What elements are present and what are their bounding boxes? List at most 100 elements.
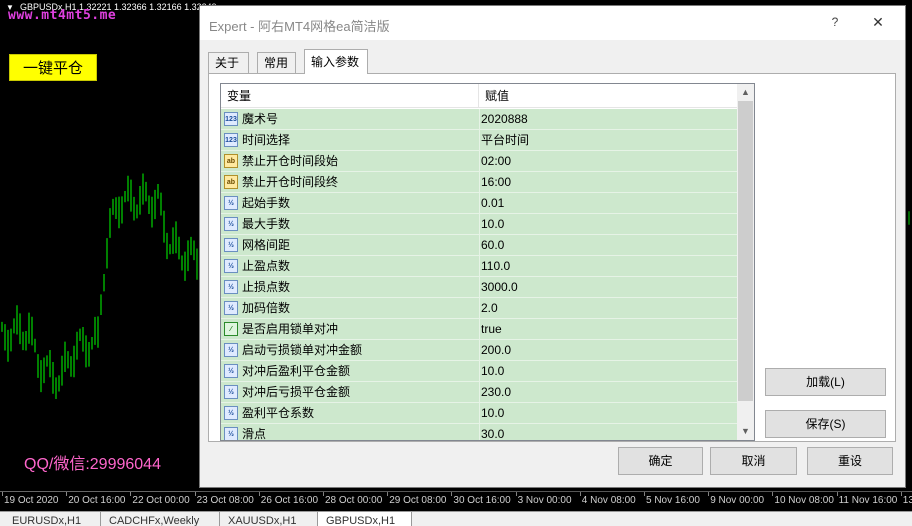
variable-value[interactable]: 平台时间 (481, 130, 529, 151)
time-tick (387, 492, 389, 496)
time-axis: 19 Oct 2020 20 Oct 16:00 22 Oct 00:00 23 Oc… (0, 491, 912, 511)
column-divider (479, 298, 480, 319)
double-type-icon: ½ (224, 196, 238, 210)
table-row[interactable]: ½ 对冲后盈利平仓金额 10.0 (221, 361, 737, 382)
time-tick (66, 492, 68, 496)
time-tick (2, 492, 3, 496)
chart-tab-3[interactable]: GBPUSDx,H1 (318, 512, 412, 526)
string-type-icon: ab (224, 154, 238, 168)
column-divider (479, 172, 480, 193)
ok-button[interactable]: 确定 (618, 447, 703, 475)
vertical-scrollbar[interactable]: ▲ ▼ (737, 84, 754, 440)
table-row[interactable]: ½ 对冲后亏损平仓金额 230.0 (221, 382, 737, 403)
column-divider (479, 403, 480, 424)
time-label: 29 Oct 08:00 (389, 495, 447, 506)
variable-value[interactable]: 60.0 (481, 235, 504, 256)
variable-value[interactable]: 02:00 (481, 151, 511, 172)
variable-name: 时间选择 (242, 133, 291, 147)
variable-value[interactable]: 2020888 (481, 109, 528, 130)
variable-value[interactable]: true (481, 319, 502, 340)
variable-name: 对冲后亏损平仓金额 (242, 385, 351, 399)
column-divider (479, 277, 480, 298)
variable-value[interactable]: 30.0 (481, 424, 504, 440)
variable-value[interactable]: 16:00 (481, 172, 511, 193)
tab-2[interactable]: 输入参数 (304, 49, 368, 74)
variable-name: 最大手数 (242, 217, 291, 231)
variable-value[interactable]: 200.0 (481, 340, 511, 361)
variable-value[interactable]: 0.01 (481, 193, 504, 214)
variable-name: 加码倍数 (242, 301, 291, 315)
table-row[interactable]: ½ 启动亏损锁单对冲金额 200.0 (221, 340, 737, 361)
variable-value[interactable]: 10.0 (481, 403, 504, 424)
table-row[interactable]: 123 时间选择 平台时间 (221, 130, 737, 151)
help-icon[interactable]: ? (827, 15, 843, 31)
time-label: 26 Oct 16:00 (260, 495, 319, 506)
double-type-icon: ½ (224, 259, 238, 273)
column-divider (479, 319, 480, 340)
column-divider (479, 424, 480, 440)
chart-tab-bar: EURUSDx,H1 CADCHFx,Weekly XAUUSDx,H1 GBPUSD… (0, 511, 912, 526)
column-header-value[interactable]: 赋值 (479, 84, 737, 108)
time-label: 28 Oct 00:00 (325, 495, 383, 506)
variable-value[interactable]: 2.0 (481, 298, 498, 319)
variable-name: 止盈点数 (242, 259, 291, 273)
variable-value[interactable]: 10.0 (481, 214, 504, 235)
time-label: 10 Nov 08:00 (774, 495, 834, 506)
tab-1[interactable]: 常用 (257, 52, 296, 73)
column-header-variable[interactable]: 变量 (221, 84, 479, 108)
table-row[interactable]: ½ 网格间距 60.0 (221, 235, 737, 256)
time-tick (772, 492, 774, 496)
variable-name: 魔术号 (242, 112, 279, 126)
close-all-button[interactable]: 一键平仓 (9, 54, 97, 81)
reset-button[interactable]: 重设 (807, 447, 893, 475)
table-row[interactable]: ½ 滑点 30.0 (221, 424, 737, 440)
inputs-grid: 变量 赋值 123 魔术号 2020888 123 时间选择 平台时间 ab 禁止开仓时间段始… (220, 83, 755, 441)
variable-value[interactable]: 10.0 (481, 361, 504, 382)
variable-name: 起始手数 (242, 196, 291, 210)
table-row[interactable]: 123 魔术号 2020888 (221, 109, 737, 130)
table-row[interactable]: ½ 止盈点数 110.0 (221, 256, 737, 277)
variable-value[interactable]: 3000.0 (481, 277, 518, 298)
time-tick (644, 492, 645, 496)
time-tick (323, 492, 324, 496)
chart-tab-0[interactable]: EURUSDx,H1 (4, 512, 101, 526)
double-type-icon: ½ (224, 301, 238, 315)
time-label: 5 Nov 16:00 (646, 495, 700, 506)
table-row[interactable]: ½ 加码倍数 2.0 (221, 298, 737, 319)
variable-name: 是否启用锁单对冲 (242, 322, 339, 336)
time-label: 30 Oct 16:00 (453, 495, 511, 506)
variable-value[interactable]: 230.0 (481, 382, 511, 403)
time-tick (451, 492, 453, 496)
scroll-thumb[interactable] (738, 101, 753, 401)
table-row[interactable]: ½ 止损点数 3000.0 (221, 277, 737, 298)
table-row[interactable]: ½ 起始手数 0.01 (221, 193, 737, 214)
tab-0[interactable]: 关于 (208, 52, 249, 73)
dialog-titlebar[interactable]: Expert - 阿右MT4网格ea简洁版 ? ✕ (200, 6, 905, 40)
contact-text: QQ/微信:29996044 (24, 456, 161, 473)
column-divider (479, 214, 480, 235)
scroll-down-icon[interactable]: ▼ (737, 423, 754, 440)
table-row[interactable]: ab 禁止开仓时间段始 02:00 (221, 151, 737, 172)
double-type-icon: ½ (224, 280, 238, 294)
double-type-icon: ½ (224, 427, 238, 440)
chart-tab-2[interactable]: XAUUSDx,H1 (220, 512, 318, 526)
table-row[interactable]: ab 禁止开仓时间段终 16:00 (221, 172, 737, 193)
time-tick (194, 492, 196, 496)
time-label: 11 Nov 16:00 (838, 495, 898, 506)
double-type-icon: ½ (224, 406, 238, 420)
table-row[interactable]: ⁄ 是否启用锁单对冲 true (221, 319, 737, 340)
load-button[interactable]: 加载(L) (765, 368, 886, 396)
scroll-up-icon[interactable]: ▲ (737, 84, 754, 101)
close-icon[interactable]: ✕ (869, 14, 887, 32)
variable-value[interactable]: 110.0 (481, 256, 510, 277)
double-type-icon: ½ (224, 217, 238, 231)
column-divider (479, 130, 480, 151)
save-button[interactable]: 保存(S) (765, 410, 886, 438)
table-row[interactable]: ½ 最大手数 10.0 (221, 214, 737, 235)
time-tick (258, 492, 260, 496)
int-type-icon: 123 (224, 133, 238, 147)
chart-tab-1[interactable]: CADCHFx,Weekly (101, 512, 220, 526)
time-tick (579, 492, 581, 496)
cancel-button[interactable]: 取消 (710, 447, 797, 475)
table-row[interactable]: ½ 盈利平仓系数 10.0 (221, 403, 737, 424)
